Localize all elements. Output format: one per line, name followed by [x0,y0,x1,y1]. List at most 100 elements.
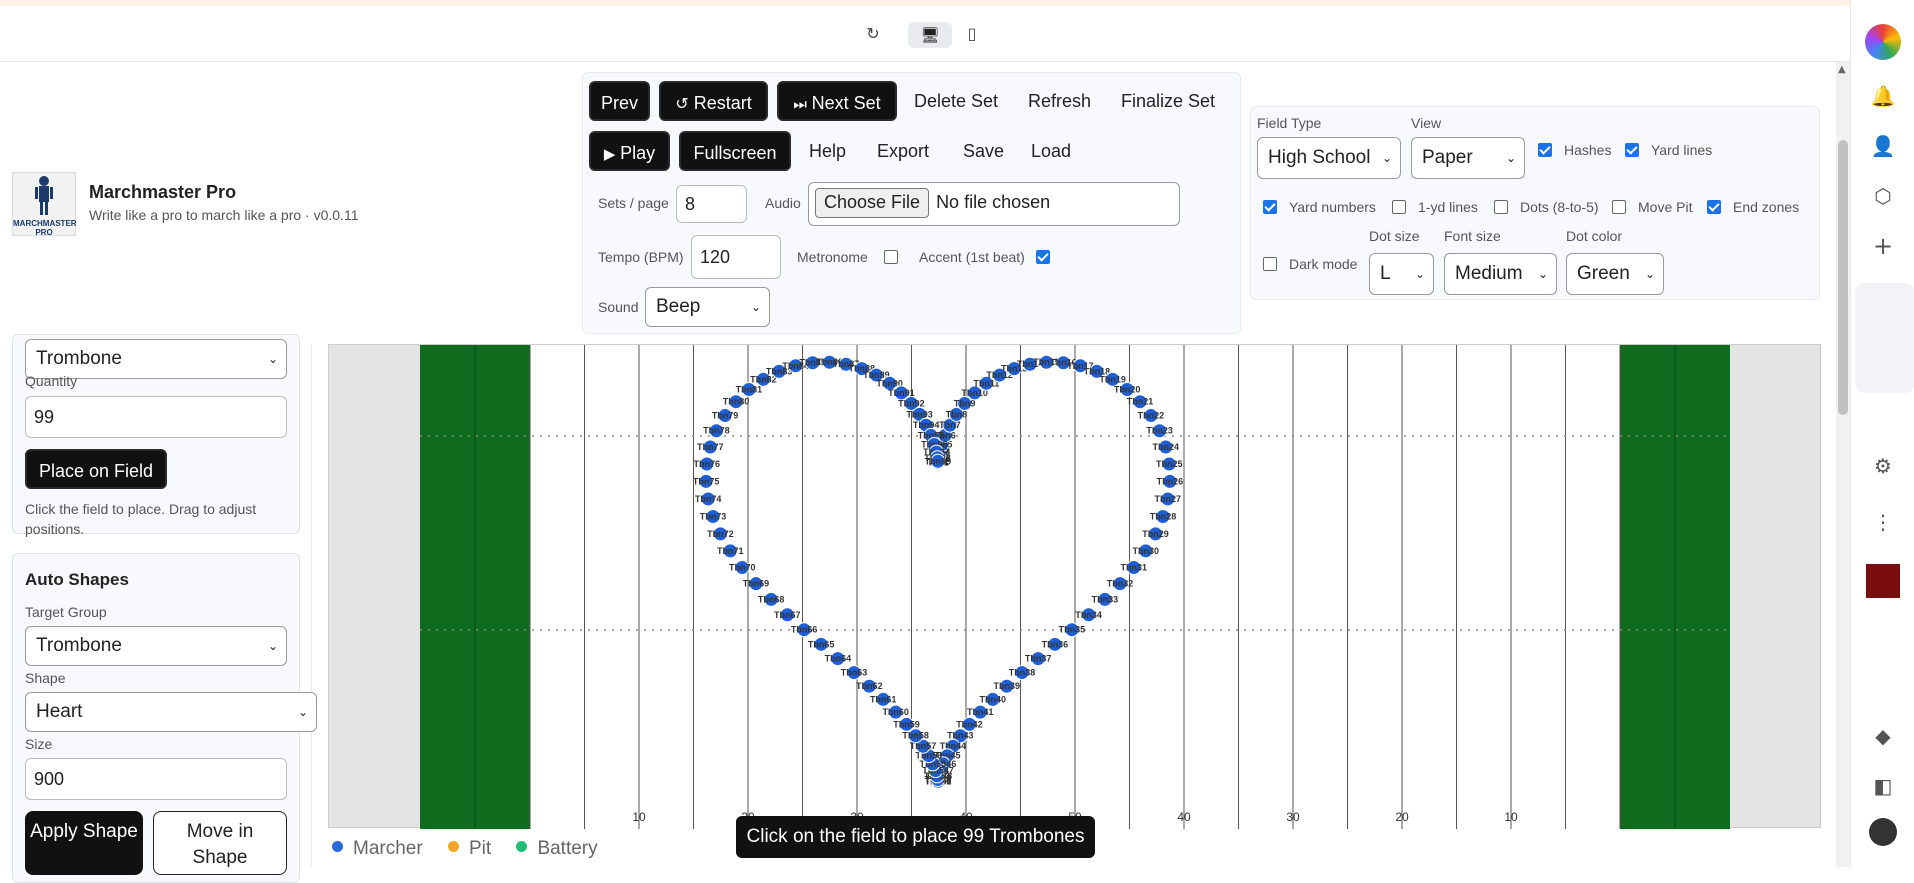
marker-label: Tbn31 [1121,562,1148,572]
extension-tray-icon[interactable] [1855,283,1914,393]
marker-label: Tbn66 [791,625,818,635]
sound-value: Beep [656,296,701,317]
marker-label: Tbn77 [697,442,724,452]
field-drawing[interactable]: 102030405040302010Tbn1Tbn2Tbn3Tbn4Tbn5Tb… [329,345,1822,829]
place-on-field-button[interactable]: Place on Field [25,449,167,489]
marker-label: Tbn78 [703,426,730,436]
marker-label: Tbn40 [980,694,1007,704]
legend-battery-dot [516,841,528,853]
dots-checkbox[interactable] [1494,200,1508,214]
playback-controls-panel: Prev ↺ Restart ⏭ Next Set Delete Set Ref… [582,72,1241,334]
hashes-checkbox[interactable] [1538,143,1552,157]
font-size-label: Font size [1444,228,1501,244]
one-yd-lines-checkbox[interactable] [1392,200,1406,214]
marker-label: Tbn73 [700,512,727,522]
browser-accent-strip [0,0,1850,6]
size-input[interactable]: 900 [25,758,287,800]
dot-color-select[interactable]: Green ⌄ [1566,253,1664,295]
marker-label: Tbn62 [856,681,883,691]
place-group-card: Trombone ⌄ Quantity 99 Place on Field Cli… [12,334,300,537]
yard-lines-checkbox[interactable] [1625,143,1639,157]
load-button[interactable]: Load [1031,131,1071,171]
shape-select[interactable]: Heart ⌄ [25,692,317,732]
chevron-down-icon: ⌄ [297,705,308,719]
target-group-label: Target Group [25,604,107,620]
export-button[interactable]: Export [877,131,929,171]
more-icon[interactable]: ⋮ [1869,508,1897,536]
mobile-view-icon[interactable]: ▯ [962,24,982,44]
marker-label: Tbn36 [1042,639,1069,649]
marker-label: Tbn38 [1009,668,1036,678]
prev-button[interactable]: Prev [589,81,650,121]
skip-forward-icon: ⏭ [793,95,812,113]
target-group-value: Trombone [36,635,122,656]
auto-shapes-title: Auto Shapes [25,570,129,589]
font-size-value: Medium [1455,263,1523,284]
play-button[interactable]: ▶ Play [589,131,670,171]
end-zones-checkbox[interactable] [1707,200,1721,214]
view-label: View [1411,115,1442,131]
choose-file-button[interactable]: Choose File [815,188,930,218]
panel-toggle-icon[interactable]: ◧ [1869,772,1897,800]
scrollbar-thumb[interactable] [1838,140,1848,415]
avatar[interactable] [1869,818,1897,846]
field-canvas[interactable]: 102030405040302010Tbn1Tbn2Tbn3Tbn4Tbn5Tb… [328,344,1822,829]
marker-label: Tbn68 [758,594,785,604]
refresh-button[interactable]: Refresh [1028,81,1091,121]
accent-label: Accent (1st beat) [919,249,1025,265]
sets-per-page-input[interactable]: 8 [676,185,747,223]
sound-select[interactable]: Beep ⌄ [645,287,770,327]
marker-label: Tbn27 [1155,494,1182,504]
shapes-icon[interactable]: ⬡ [1869,182,1897,210]
finalize-set-button[interactable]: Finalize Set [1121,81,1215,121]
gear-icon[interactable]: ⚙ [1869,452,1897,480]
marker-label: Tbn60 [882,707,909,717]
apply-shape-button[interactable]: Apply Shape [25,811,143,875]
marker-label: Tbn94 [913,420,940,430]
accent-checkbox[interactable] [1036,250,1050,264]
legend-item-pit: Pit [447,838,491,859]
audio-file-input[interactable]: Choose File No file chosen [808,182,1180,226]
move-in-shape-button[interactable]: Move in Shape [153,811,287,875]
assistant-icon[interactable] [1865,24,1901,60]
font-size-select[interactable]: Medium ⌄ [1444,253,1557,295]
target-group-select[interactable]: Trombone ⌄ [25,626,287,666]
profile-icon[interactable]: 👤 [1869,132,1897,160]
yard-numbers-label: Yard numbers [1289,199,1376,215]
dot-size-select[interactable]: L ⌄ [1369,253,1434,295]
legend-item-battery: Battery [516,838,598,859]
marker-label: Tbn19 [1099,374,1126,384]
field-type-select[interactable]: High School ⌄ [1257,137,1401,179]
marker-label: Tbn29 [1142,529,1169,539]
reload-icon[interactable]: ↻ [863,24,883,44]
yard-numbers-checkbox[interactable] [1263,200,1277,214]
delete-set-button[interactable]: Delete Set [914,81,998,121]
app-logo: MARCHMASTER PRO [12,172,77,237]
next-set-button[interactable]: ⏭ Next Set [777,81,897,121]
restart-button[interactable]: ↺ Restart [659,81,768,121]
group-value: Trombone [36,348,122,369]
marker-label: Tbn67 [774,610,801,620]
marker-label: Tbn69 [743,579,770,589]
bell-icon[interactable]: 🔔 [1869,82,1897,110]
fullscreen-button[interactable]: Fullscreen [679,131,791,171]
quantity-input[interactable]: 99 [25,396,287,438]
save-button[interactable]: Save [963,131,1004,171]
diamond-icon[interactable]: ◆ [1869,722,1897,750]
legend-marcher-dot [332,841,343,853]
view-select[interactable]: Paper ⌄ [1411,137,1525,179]
marker-label: Tbn76 [694,459,721,469]
add-icon[interactable]: + [1869,232,1897,260]
desktop-view-icon[interactable]: 🖥 [908,22,952,48]
tempo-input[interactable]: 120 [691,235,781,279]
thumbnail-icon[interactable] [1866,564,1900,598]
field-type-value: High School [1268,147,1371,168]
move-pit-checkbox[interactable] [1612,200,1626,214]
dark-mode-checkbox[interactable] [1263,257,1277,271]
scroll-up-icon[interactable]: ▲ [1838,64,1846,75]
help-button[interactable]: Help [809,131,846,171]
marker-label: Tbn63 [841,668,868,678]
marker-label: Tbn25 [1156,459,1183,469]
metronome-checkbox[interactable] [884,250,898,264]
prev-label: Prev [600,93,638,113]
